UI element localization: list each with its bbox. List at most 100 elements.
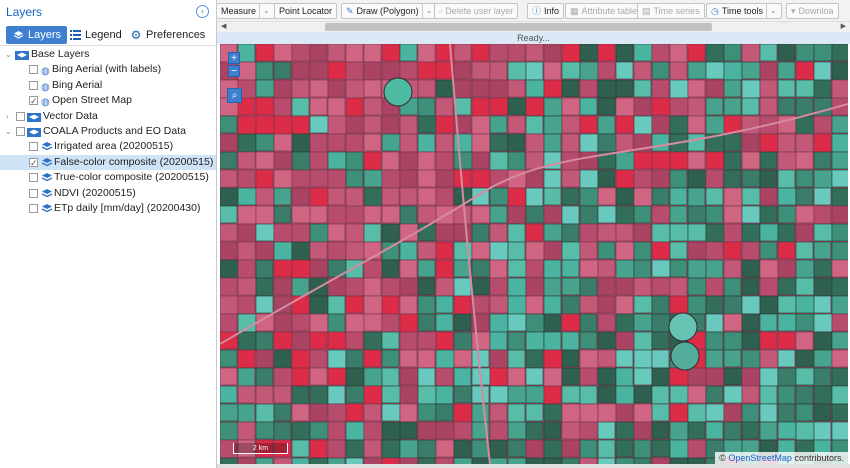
button-label: Downloa [798, 6, 834, 16]
layers-panel: Layers ‹ Layers Legend ⚙ Preferences ⌄ B… [0, 0, 217, 468]
layer-checkbox[interactable] [29, 188, 38, 198]
toolbar-scrollbar[interactable]: ◀ ▶ [217, 22, 850, 32]
collapse-arrow-icon[interactable]: ⌄ [5, 47, 13, 62]
dropdown-arrow-icon[interactable]: ⌄ [421, 4, 432, 18]
panel-header: Layers ‹ [0, 0, 216, 24]
tree-node-coala[interactable]: ⌄ COALA Products and EO Data [0, 124, 216, 139]
download-icon: ▾ [791, 6, 796, 16]
panel-tabs: Layers Legend ⚙ Preferences [0, 24, 216, 46]
dropdown-arrow-icon[interactable]: ⌄ [766, 4, 777, 18]
scrollbar-thumb[interactable] [325, 23, 712, 31]
layer-icon [41, 188, 53, 197]
tree-node-label: Bing Aerial (with labels) [52, 63, 162, 76]
layer-checkbox[interactable] [29, 203, 38, 213]
button-label: Time tools [721, 6, 764, 16]
tree-node-ndvi[interactable]: NDVI (20200515) [0, 186, 216, 201]
tree-node-label: Open Street Map [52, 94, 132, 107]
download-button[interactable]: ▾ Downloa [786, 3, 839, 19]
point-locator-button[interactable]: Point Locator [274, 3, 338, 19]
attribute-table-button[interactable]: ▦ Attribute table [565, 3, 643, 19]
tree-node-bing-aerial[interactable]: ◍ Bing Aerial [0, 78, 216, 93]
tree-node-label: True-color composite (20200515) [54, 171, 209, 184]
clock-icon: ◷ [711, 6, 719, 16]
tree-node-label: False-color composite (20200515) [54, 155, 214, 168]
expand-arrow-icon[interactable]: › [6, 109, 14, 124]
collapse-arrow-icon[interactable]: ⌄ [5, 124, 13, 139]
scroll-right-icon[interactable]: ▶ [841, 22, 846, 30]
status-bar: Ready... [217, 32, 850, 44]
scale-bar: 2 km [233, 443, 288, 454]
button-label: Draw (Polygon) [356, 6, 419, 16]
layer-checkbox[interactable] [16, 126, 25, 136]
tree-node-irrigated-area[interactable]: Irrigated area (20200515) [0, 139, 216, 154]
folder-layers-icon [27, 127, 41, 137]
tree-node-etp-daily[interactable]: ETp daily [mm/day] (20200430) [0, 201, 216, 216]
zoom-out-button[interactable]: − [228, 65, 240, 77]
tree-node-label: ETp daily [mm/day] (20200430) [54, 201, 201, 214]
tree-node-vector-data[interactable]: › Vector Data [0, 109, 216, 124]
tab-legend[interactable]: Legend [63, 26, 128, 44]
satellite-imagery [220, 44, 848, 464]
layer-checkbox[interactable] [29, 173, 38, 183]
tab-preferences[interactable]: ⚙ Preferences [124, 26, 211, 44]
layer-icon [41, 142, 53, 151]
tree-node-label: COALA Products and EO Data [43, 124, 186, 137]
button-label: Point Locator [279, 6, 333, 16]
tree-node-open-street-map[interactable]: ◍ Open Street Map [0, 93, 216, 109]
tree-node-base-layers[interactable]: ⌄ Base Layers [0, 47, 216, 62]
tree-node-false-color-composite[interactable]: False-color composite (20200515) [0, 154, 216, 171]
zoom-in-button[interactable]: + [228, 52, 240, 64]
tab-label: Preferences [146, 29, 206, 41]
tab-label: Layers [28, 29, 62, 41]
copyright-symbol: © [719, 453, 726, 463]
info-icon: ⓘ [532, 6, 542, 16]
attribution-text: contributors. [794, 453, 844, 463]
button-label: Measure [221, 6, 257, 16]
layer-tree: ⌄ Base Layers ◍ Bing Aerial (with labels… [0, 47, 216, 216]
layer-icon [41, 157, 53, 166]
layer-checkbox[interactable] [29, 65, 38, 75]
map-toolbar: Measure ⌄ Point Locator ✎ Draw (Polygon)… [217, 0, 850, 22]
button-label: Time series [653, 6, 700, 16]
gear-icon: ⚙ [130, 28, 142, 42]
magnifier-icon[interactable]: ⌕ [227, 88, 242, 103]
tree-node-label: Vector Data [43, 109, 98, 122]
tree-node-label: Base Layers [31, 48, 90, 60]
tab-label: Legend [85, 29, 122, 41]
dropdown-arrow-icon[interactable]: ⌄ [259, 4, 270, 18]
tree-node-label: Irrigated area (20200515) [54, 140, 174, 153]
button-label: Attribute table [581, 6, 638, 16]
panel-title: Layers [6, 5, 43, 19]
layer-checkbox[interactable] [16, 111, 25, 121]
tree-node-label: Bing Aerial [52, 78, 103, 91]
measure-button[interactable]: Measure ⌄ [217, 3, 275, 19]
time-series-button[interactable]: ▤ Time series [637, 3, 705, 19]
layer-checkbox[interactable] [29, 142, 38, 152]
folder-layers-icon [15, 51, 29, 60]
layer-checkbox[interactable] [29, 80, 38, 90]
openstreetmap-link[interactable]: OpenStreetMap [728, 453, 792, 463]
map-attribution: © OpenStreetMap contributors. [715, 452, 848, 464]
pencil-icon: ✎ [346, 6, 354, 16]
tree-node-bing-aerial-labels[interactable]: ◍ Bing Aerial (with labels) [0, 62, 216, 77]
layer-checkbox[interactable] [29, 94, 38, 109]
chart-icon: ▤ [642, 6, 651, 16]
button-label: Info [544, 6, 560, 16]
layer-checkbox[interactable] [29, 156, 38, 171]
map-bottom-border [217, 464, 850, 468]
tree-node-label: NDVI (20200515) [54, 186, 136, 199]
tree-node-true-color-composite[interactable]: True-color composite (20200515) [0, 170, 216, 185]
info-button[interactable]: ⓘ Info [527, 3, 565, 19]
scroll-left-icon[interactable]: ◀ [221, 22, 226, 30]
tab-layers[interactable]: Layers [6, 26, 68, 44]
delete-user-layer-button[interactable]: ▫ Delete user layer [434, 3, 519, 19]
map-view[interactable]: + − ⌕ 2 km © OpenStreetMap contributors. [220, 44, 848, 464]
time-tools-button[interactable]: ◷ Time tools ⌄ [706, 3, 782, 19]
collapse-panel-icon[interactable]: ‹ [196, 5, 209, 18]
draw-polygon-button[interactable]: ✎ Draw (Polygon) ⌄ [341, 3, 438, 19]
list-icon [69, 29, 81, 41]
layer-icon [41, 203, 53, 213]
table-icon: ▦ [570, 6, 579, 16]
layers-icon [12, 29, 24, 41]
button-label: Delete user layer [445, 6, 514, 16]
